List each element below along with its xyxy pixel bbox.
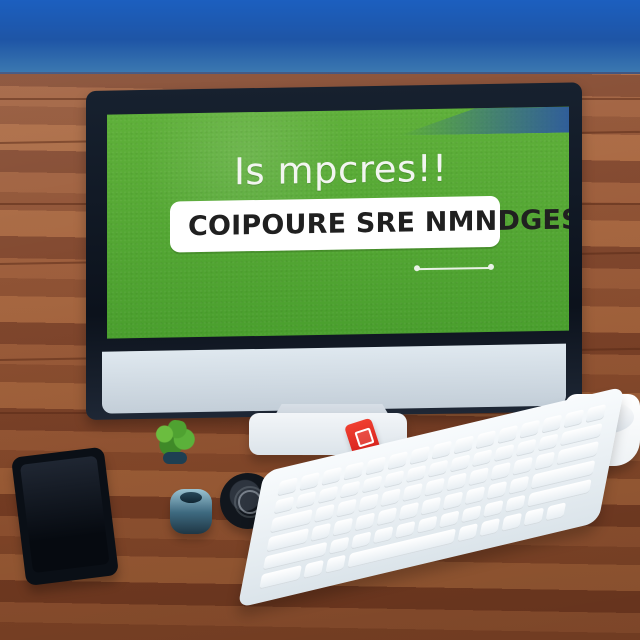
background-water [0, 0, 640, 74]
key [299, 472, 320, 491]
key [273, 495, 295, 515]
key [493, 443, 515, 463]
key [457, 523, 478, 543]
key [438, 510, 460, 529]
tag-window-icon [354, 427, 375, 448]
key [332, 517, 354, 537]
key [383, 469, 405, 489]
key [453, 435, 475, 455]
key [314, 504, 335, 524]
key [512, 457, 533, 476]
key [468, 467, 489, 487]
screen-slider [414, 263, 494, 273]
key [479, 518, 501, 538]
screen-prompt-box: COIPOURE SRE NMNDGES? [170, 195, 569, 253]
slider-right-dot-icon [488, 263, 494, 270]
key [482, 499, 504, 519]
key [420, 496, 442, 516]
slider-left-dot-icon [414, 265, 420, 272]
key [427, 459, 449, 479]
key [317, 485, 339, 505]
key [460, 504, 482, 524]
key [405, 464, 427, 484]
key [424, 477, 445, 497]
monitor-chin [102, 343, 566, 414]
key [416, 515, 438, 535]
key [585, 403, 607, 423]
key [361, 474, 383, 494]
key [523, 507, 545, 527]
key [442, 491, 464, 511]
key [354, 512, 376, 532]
key [519, 419, 541, 439]
key [372, 525, 394, 545]
key [471, 448, 493, 468]
key [563, 409, 585, 429]
screen-glare [399, 107, 569, 136]
phone-screen [19, 455, 110, 574]
key [475, 430, 497, 450]
key [394, 520, 416, 540]
screen-title: Is mpcres!! [234, 146, 448, 194]
speaker-top [180, 492, 202, 503]
desk-scene: Is mpcres!! COIPOURE SRE NMNDGES? [0, 0, 640, 640]
plant-pot [163, 452, 187, 464]
key [350, 530, 372, 550]
key [295, 490, 317, 510]
key [490, 462, 511, 482]
key [328, 536, 350, 556]
speaker-device [170, 489, 212, 534]
key [534, 451, 555, 471]
key [310, 522, 332, 542]
key [431, 440, 453, 460]
key [449, 454, 471, 473]
key [343, 461, 365, 481]
key [398, 501, 420, 521]
key [325, 554, 346, 574]
key [380, 488, 401, 508]
key [537, 433, 559, 453]
key [464, 486, 486, 506]
key [501, 513, 523, 532]
key [486, 480, 508, 500]
key [376, 507, 398, 526]
monitor-screen: Is mpcres!! COIPOURE SRE NMNDGES? [107, 106, 569, 339]
screen-slider-line [419, 266, 489, 271]
key [515, 438, 537, 458]
key [446, 472, 467, 492]
key [387, 451, 409, 470]
key [277, 477, 298, 497]
key [321, 466, 343, 486]
key [545, 502, 567, 522]
screen-prompt-text: COIPOURE SRE NMNDGES? [188, 204, 569, 243]
key [339, 480, 361, 500]
key [303, 560, 324, 580]
key [497, 424, 519, 444]
smartphone [11, 446, 120, 587]
key [504, 494, 526, 514]
key [409, 445, 431, 465]
key [541, 414, 563, 434]
computer-monitor: Is mpcres!! COIPOURE SRE NMNDGES? [86, 82, 582, 420]
key [402, 483, 423, 503]
key [358, 493, 379, 513]
key [508, 475, 530, 495]
key [365, 456, 387, 476]
key [336, 498, 357, 518]
